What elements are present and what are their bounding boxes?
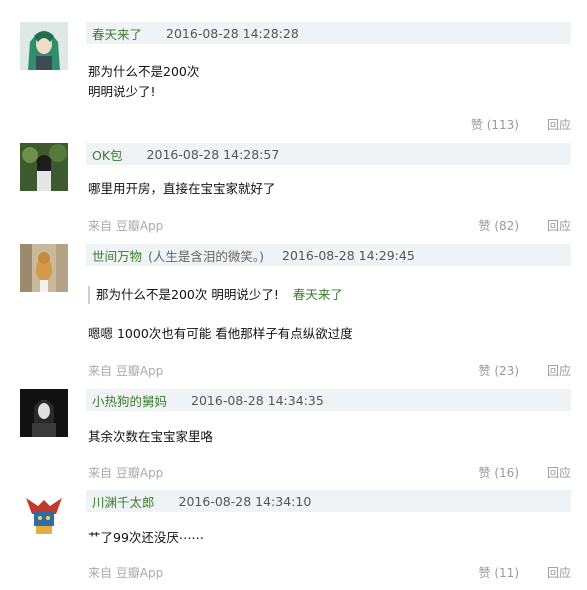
- like-button[interactable]: 赞 (11): [479, 564, 519, 581]
- reply-button[interactable]: 回应: [547, 464, 571, 481]
- comment-body: 其余次数在宝宝家里咯: [88, 427, 571, 447]
- comment-footer: 来自 豆瓣App 赞 (16) 回应: [88, 464, 571, 482]
- source-label: 来自 豆瓣App: [88, 364, 164, 378]
- source-label: 来自 豆瓣App: [88, 219, 164, 233]
- like-button[interactable]: 赞 (113): [471, 116, 519, 133]
- avatar[interactable]: [20, 389, 68, 437]
- comment-body: 哪里用开房，直接在宝宝家就好了: [88, 179, 571, 199]
- comment-header: 春天来了 2016-08-28 14:28:28: [86, 22, 571, 44]
- timestamp: 2016-08-28 14:28:28: [166, 25, 299, 41]
- source-label: 来自 豆瓣App: [88, 566, 164, 580]
- reply-button[interactable]: 回应: [547, 217, 571, 234]
- timestamp: 2016-08-28 14:34:35: [191, 392, 324, 408]
- comment-text: 那为什么不是200次: [88, 64, 200, 79]
- comment-footer: 来自 豆瓣App 赞 (23) 回应: [88, 362, 571, 380]
- comment-body: 那为什么不是200次 明明说少了!: [88, 62, 571, 102]
- author-link[interactable]: 小热狗的舅妈: [92, 391, 167, 410]
- quote-author-link[interactable]: 春天来了: [293, 287, 343, 302]
- comment-body: 艹了99次还没厌⋯⋯: [88, 528, 571, 548]
- reply-button[interactable]: 回应: [547, 116, 571, 133]
- comment-header: 川渊千太郎 2016-08-28 14:34:10: [86, 490, 571, 512]
- author-signature: (人生是含泪的微笑。): [148, 248, 265, 264]
- like-button[interactable]: 赞 (82): [479, 217, 519, 234]
- reply-button[interactable]: 回应: [547, 362, 571, 379]
- comment-text: 嗯嗯 1000次也有可能 看他那样子有点纵欲过度: [88, 326, 353, 341]
- author-link[interactable]: 春天来了: [92, 24, 142, 43]
- avatar[interactable]: [20, 143, 68, 191]
- reply-button[interactable]: 回应: [547, 564, 571, 581]
- quote-text: 那为什么不是200次 明明说少了!: [96, 287, 279, 302]
- comment-list: 春天来了 2016-08-28 14:28:28 那为什么不是200次 明明说少…: [0, 0, 587, 590]
- comment-text: 艹了99次还没厌⋯⋯: [88, 530, 204, 545]
- comment-footer: 来自 豆瓣App 赞 (82) 回应: [88, 217, 571, 235]
- comment-text: 明明说少了!: [88, 84, 156, 99]
- comment-text: 其余次数在宝宝家里咯: [88, 429, 214, 444]
- like-button[interactable]: 赞 (23): [479, 362, 519, 379]
- comment-header: 小热狗的舅妈 2016-08-28 14:34:35: [86, 389, 571, 411]
- author-link[interactable]: 川渊千太郎: [92, 492, 155, 511]
- timestamp: 2016-08-28 14:29:45: [282, 247, 415, 263]
- like-button[interactable]: 赞 (16): [479, 464, 519, 481]
- comment-header: OK包 2016-08-28 14:28:57: [86, 143, 571, 165]
- comment-header: 世间万物 (人生是含泪的微笑。) 2016-08-28 14:29:45: [86, 244, 571, 266]
- avatar[interactable]: [20, 244, 68, 292]
- quoted-comment: 那为什么不是200次 明明说少了! 春天来了: [88, 286, 571, 304]
- timestamp: 2016-08-28 14:28:57: [146, 146, 280, 162]
- comment-footer: 赞 (113) 回应: [88, 116, 571, 134]
- author-link[interactable]: OK包: [92, 145, 123, 164]
- timestamp: 2016-08-28 14:34:10: [178, 493, 312, 509]
- comment-text: 哪里用开房，直接在宝宝家就好了: [88, 181, 276, 196]
- avatar[interactable]: [20, 22, 68, 70]
- avatar[interactable]: [20, 490, 68, 538]
- comment-body: 嗯嗯 1000次也有可能 看他那样子有点纵欲过度: [88, 324, 571, 344]
- author-link[interactable]: 世间万物: [92, 246, 142, 265]
- source-label: 来自 豆瓣App: [88, 466, 164, 480]
- comment-footer: 来自 豆瓣App 赞 (11) 回应: [88, 564, 571, 582]
